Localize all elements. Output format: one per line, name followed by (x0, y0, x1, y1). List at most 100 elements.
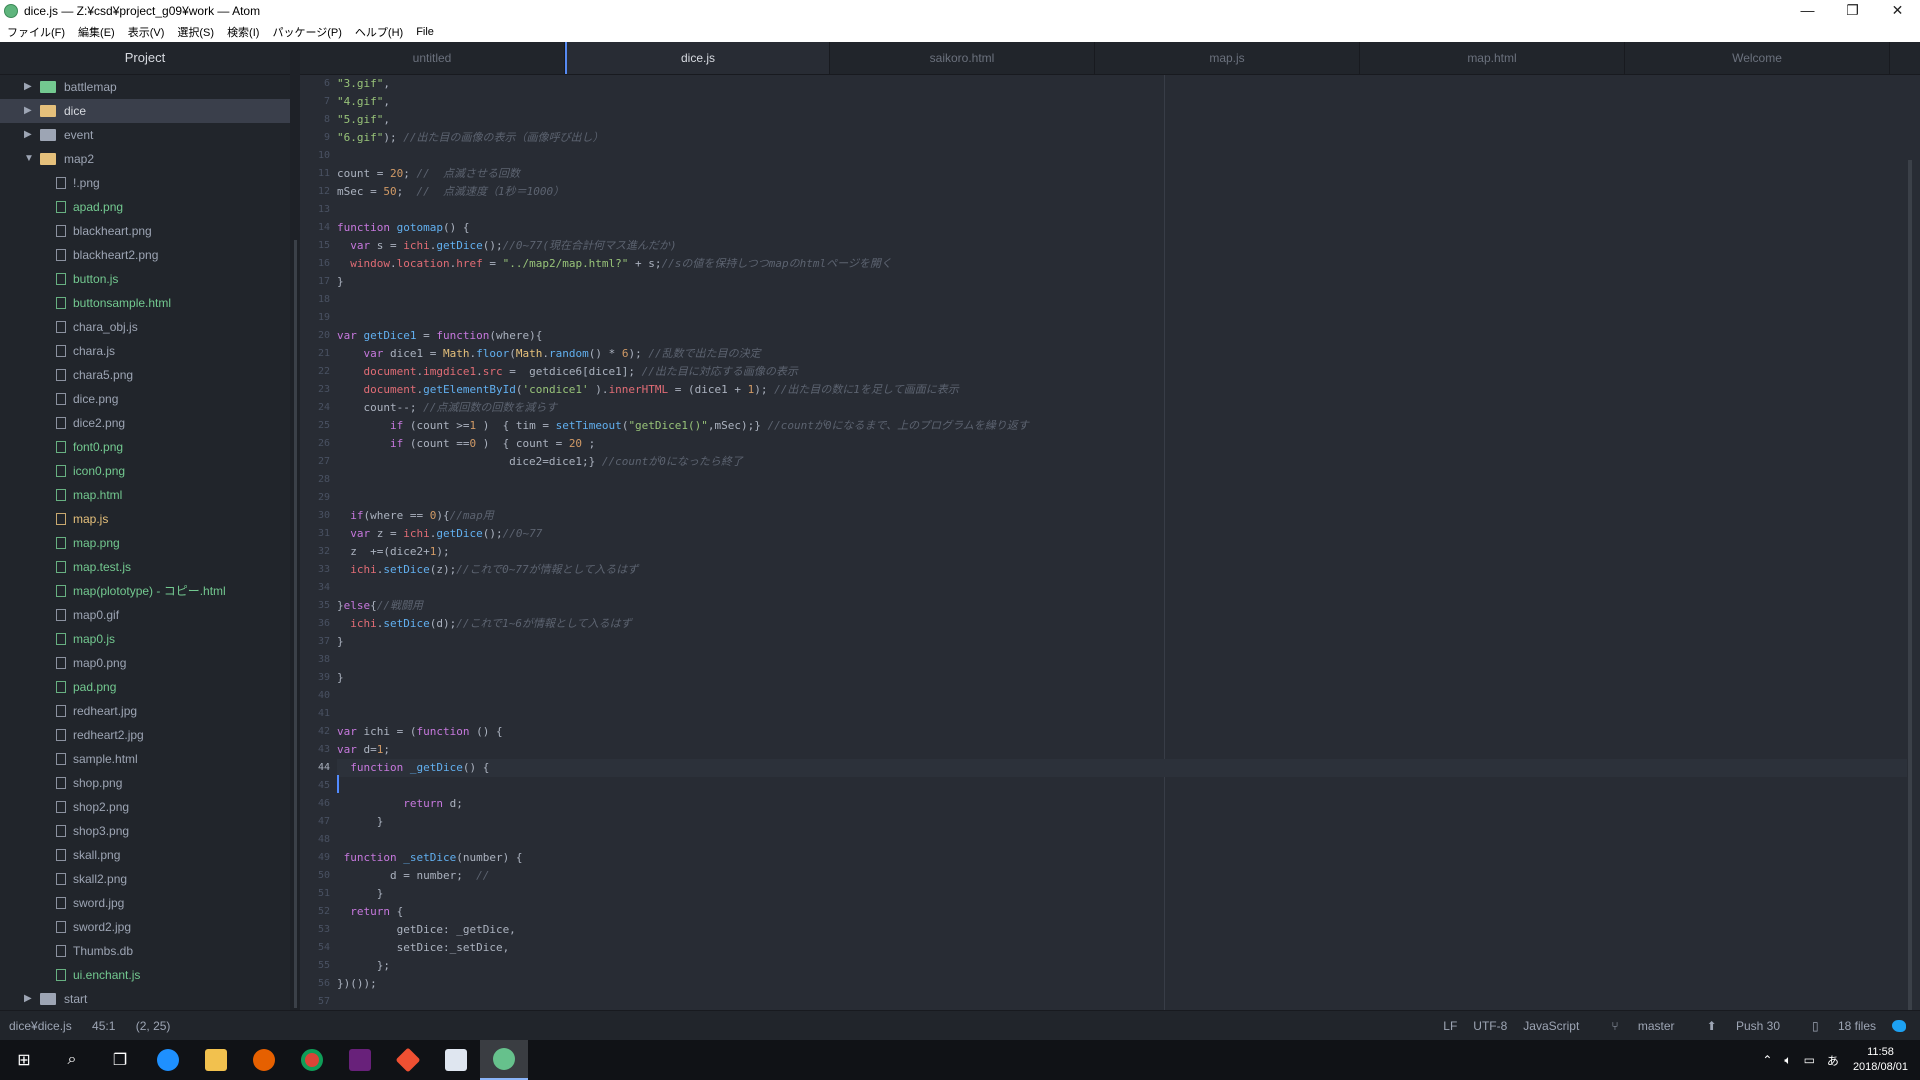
tree-file[interactable]: map0.gif (0, 603, 290, 627)
code-line[interactable]: d = number; // (337, 867, 1907, 885)
volume-icon[interactable]: 🔈︎ (1784, 1053, 1791, 1068)
menu-item-2[interactable]: 表示(V) (121, 24, 171, 40)
tree-file[interactable]: apad.png (0, 195, 290, 219)
minimize-button[interactable]: — (1785, 0, 1830, 22)
code-line[interactable]: mSec = 50; // 点滅速度（1秒＝1000） (337, 183, 1907, 201)
code-line[interactable]: dice2=dice1;} //countが0になったら終了 (337, 453, 1907, 471)
code-line[interactable]: window.location.href = "../map2/map.html… (337, 255, 1907, 273)
tree-file[interactable]: buttonsample.html (0, 291, 290, 315)
code-line[interactable] (337, 831, 1907, 849)
tree-file[interactable]: redheart2.jpg (0, 723, 290, 747)
code-line[interactable]: if(where == 0){//map用 (337, 507, 1907, 525)
code-line[interactable]: "6.gif"); //出た目の画像の表示（画像呼び出し） (337, 129, 1907, 147)
tab-4[interactable]: map.html (1360, 42, 1625, 74)
code-lines[interactable]: "3.gif", "4.gif", "5.gif", "6.gif"); //出た目の… (337, 75, 1907, 1010)
maximize-button[interactable]: ❐ (1830, 0, 1875, 22)
code-line[interactable] (337, 993, 1907, 1010)
tree-file[interactable]: button.js (0, 267, 290, 291)
tree-file[interactable]: Thumbs.db (0, 939, 290, 963)
code-line[interactable]: getDice: _getDice, (337, 921, 1907, 939)
code-line[interactable]: "5.gif", (337, 111, 1907, 129)
tree-file[interactable]: map.png (0, 531, 290, 555)
menu-item-5[interactable]: パッケージ(P) (265, 24, 347, 40)
tree-file[interactable]: chara5.png (0, 363, 290, 387)
tree-folder[interactable]: ▶ battlemap (0, 75, 290, 99)
code-line[interactable]: } (337, 813, 1907, 831)
code-line[interactable]: setDice:_setDice, (337, 939, 1907, 957)
tree-file[interactable]: skall2.png (0, 867, 290, 891)
git-branch[interactable]: ⑂ master (1595, 1019, 1674, 1033)
text-editor[interactable]: 6 7 8 9 10 11 12 13 14 15 16 17 18 19 20 21 22 23 24 25 26 27… (300, 75, 1920, 1010)
code-line[interactable]: if (count ==0 ) { count = 20 ; (337, 435, 1907, 453)
code-line[interactable] (337, 705, 1907, 723)
tree-file[interactable]: icon0.png (0, 459, 290, 483)
code-line[interactable] (337, 291, 1907, 309)
code-line[interactable] (337, 309, 1907, 327)
taskbar-atom[interactable] (480, 1040, 528, 1080)
chevron-right-icon[interactable]: ▶ (24, 99, 36, 123)
code-line[interactable]: count--; //点滅回数の回数を減らす (337, 399, 1907, 417)
code-line[interactable]: var getDice1 = function(where){ (337, 327, 1907, 345)
clock[interactable]: 11:58 2018/08/01 (1853, 1045, 1908, 1075)
tree-file[interactable]: pad.png (0, 675, 290, 699)
git-push-button[interactable]: ⬆ Push 30 (1691, 1019, 1780, 1033)
close-button[interactable]: ✕ (1875, 0, 1920, 22)
tree-file[interactable]: blackheart2.png (0, 243, 290, 267)
tree-file[interactable]: map.js (0, 507, 290, 531)
tree-file[interactable]: shop.png (0, 771, 290, 795)
tab-2[interactable]: saikoro.html (830, 42, 1095, 74)
code-line[interactable]: } (337, 885, 1907, 903)
code-line[interactable] (337, 687, 1907, 705)
code-line[interactable] (337, 489, 1907, 507)
ime-indicator[interactable]: あ (1827, 1052, 1839, 1069)
code-line[interactable]: z +=(dice2+1); (337, 543, 1907, 561)
github-files[interactable]: ▯ 18 files (1796, 1019, 1876, 1033)
code-line[interactable]: if (count >=1 ) { tim = setTimeout("getD… (337, 417, 1907, 435)
code-line[interactable]: "4.gif", (337, 93, 1907, 111)
code-line[interactable]: count = 20; // 点滅させる回数 (337, 165, 1907, 183)
status-encoding[interactable]: UTF-8 (1473, 1019, 1507, 1033)
code-line[interactable]: function _setDice(number) { (337, 849, 1907, 867)
start-button[interactable]: ⊞ (0, 1040, 48, 1080)
tree-file[interactable]: sword.jpg (0, 891, 290, 915)
tree-file[interactable]: sword2.jpg (0, 915, 290, 939)
code-line[interactable] (337, 471, 1907, 489)
taskbar-document[interactable] (432, 1040, 480, 1080)
tree-scrollbar[interactable] (294, 240, 297, 1008)
chevron-right-icon[interactable]: ▶ (24, 123, 36, 147)
menu-item-3[interactable]: 選択(S) (170, 24, 220, 40)
tree-file[interactable]: redheart.jpg (0, 699, 290, 723)
status-grammar[interactable]: JavaScript (1523, 1019, 1579, 1033)
taskbar-visual-studio[interactable] (336, 1040, 384, 1080)
code-line[interactable]: var dice1 = Math.floor(Math.random() * 6… (337, 345, 1907, 363)
tree-file[interactable]: skall.png (0, 843, 290, 867)
twitter-bird-icon[interactable] (1892, 1020, 1906, 1032)
tree-folder[interactable]: ▶ dice (0, 99, 290, 123)
tree-folder[interactable]: ▶ event (0, 123, 290, 147)
tab-1[interactable]: dice.js (565, 42, 830, 74)
tree-file[interactable]: blackheart.png (0, 219, 290, 243)
task-view-button[interactable]: ❐ (96, 1040, 144, 1080)
code-line[interactable]: var d=1; (337, 741, 1907, 759)
tree-file[interactable]: map0.png (0, 651, 290, 675)
tree-file[interactable]: dice.png (0, 387, 290, 411)
taskbar-explorer[interactable] (192, 1040, 240, 1080)
tree-file[interactable]: dice2.png (0, 411, 290, 435)
code-line[interactable]: "3.gif", (337, 75, 1907, 93)
code-line[interactable]: function gotomap() { (337, 219, 1907, 237)
chevron-up-icon[interactable]: ⌃ (1762, 1053, 1772, 1067)
code-line[interactable]: function _getDice() { (337, 759, 1907, 777)
tree-folder[interactable]: ▶ start (0, 987, 290, 1010)
code-line[interactable]: }else{//戦闘用 (337, 597, 1907, 615)
menu-item-4[interactable]: 検索(I) (220, 24, 265, 40)
code-line[interactable]: return d; (337, 795, 1907, 813)
chevron-right-icon[interactable]: ▶ (24, 75, 36, 99)
tree-file[interactable]: sample.html (0, 747, 290, 771)
tree-file[interactable]: map.html (0, 483, 290, 507)
tab-0[interactable]: untitled (300, 42, 565, 74)
tab-5[interactable]: Welcome (1625, 42, 1890, 74)
status-cursor-position[interactable]: 45:1 (92, 1019, 115, 1033)
tree-file[interactable]: ui.enchant.js (0, 963, 290, 987)
code-line[interactable]: ichi.setDice(d);//これで1~6が情報として入るはず (337, 615, 1907, 633)
tree-file[interactable]: font0.png (0, 435, 290, 459)
